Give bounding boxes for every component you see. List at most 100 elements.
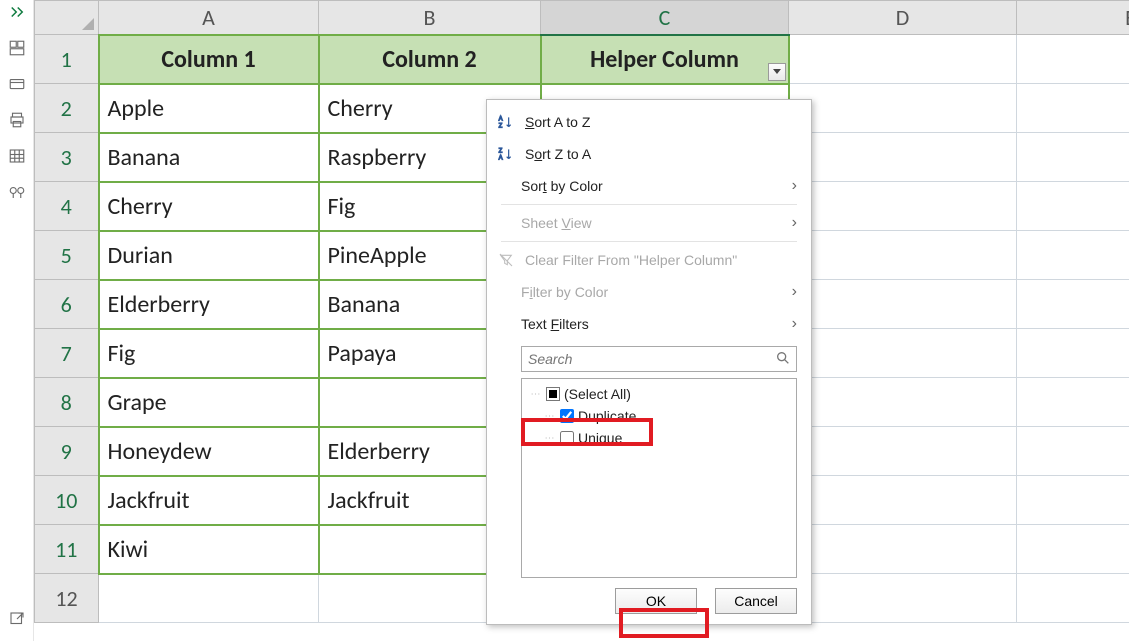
cell[interactable]	[1017, 574, 1129, 623]
col-header-E[interactable]: E	[1017, 1, 1129, 35]
menu-sort-az-label: Sort A to Z	[525, 114, 797, 130]
table-header-col2[interactable]: Column 2	[319, 35, 541, 84]
menu-sheet-view: Sheet View ›	[487, 207, 811, 239]
svg-text:A: A	[499, 155, 503, 161]
filter-values-list[interactable]: ⋯ (Select All) ⋯ Duplicate ⋯ Unique	[521, 378, 797, 578]
cell-A9[interactable]: Honeydew	[99, 427, 319, 476]
menu-text-filters-label: Text Filters	[521, 316, 782, 332]
filter-checkbox-unique[interactable]	[560, 431, 574, 445]
cell[interactable]	[789, 574, 1017, 623]
row-header-12[interactable]: 12	[35, 574, 99, 623]
row-header-11[interactable]: 11	[35, 525, 99, 574]
cell[interactable]	[99, 574, 319, 623]
chevron-right-icon: ›	[792, 177, 797, 195]
cell[interactable]	[1017, 378, 1129, 427]
cell[interactable]	[1017, 84, 1129, 133]
cell[interactable]	[789, 231, 1017, 280]
cell-A6[interactable]: Elderberry	[99, 280, 319, 329]
filter-item-select-all[interactable]: ⋯ (Select All)	[528, 383, 790, 405]
cell[interactable]	[789, 280, 1017, 329]
tree-leaf-icon: ⋯	[542, 411, 556, 422]
cell[interactable]	[789, 133, 1017, 182]
cell[interactable]	[1017, 280, 1129, 329]
table-header-helper[interactable]: Helper Column	[541, 35, 789, 84]
share-icon[interactable]	[7, 609, 27, 629]
cell[interactable]	[789, 427, 1017, 476]
cell-A11[interactable]: Kiwi	[99, 525, 319, 574]
expand-panel-icon[interactable]	[7, 2, 27, 22]
svg-text:Z: Z	[499, 149, 503, 155]
filter-checkbox-duplicate[interactable]	[560, 409, 574, 423]
menu-sort-za[interactable]: ZA Sort Z to A	[487, 138, 811, 170]
menu-filter-by-color-label: Filter by Color	[521, 284, 782, 300]
cell-A10[interactable]: Jackfruit	[99, 476, 319, 525]
cell[interactable]	[789, 476, 1017, 525]
cell[interactable]	[1017, 427, 1129, 476]
col-header-B[interactable]: B	[319, 1, 541, 35]
filter-item-duplicate[interactable]: ⋯ Duplicate	[528, 405, 790, 427]
filter-item-select-all-label: (Select All)	[564, 386, 631, 402]
row-header-3[interactable]: 3	[35, 133, 99, 182]
filter-item-duplicate-label: Duplicate	[578, 408, 636, 424]
row-header-8[interactable]: 8	[35, 378, 99, 427]
menu-clear-filter: Clear Filter From "Helper Column"	[487, 244, 811, 276]
cell-A8[interactable]: Grape	[99, 378, 319, 427]
header-helper-label: Helper Column	[590, 45, 739, 74]
svg-text:A: A	[499, 117, 503, 123]
dashboard-icon[interactable]	[7, 38, 27, 58]
filter-item-unique-label: Unique	[578, 430, 622, 446]
ok-button[interactable]: OK	[615, 588, 697, 614]
cell[interactable]	[1017, 525, 1129, 574]
filter-search-input[interactable]	[521, 346, 797, 372]
cell-A4[interactable]: Cherry	[99, 182, 319, 231]
row-header-1[interactable]: 1	[35, 35, 99, 84]
col-header-A[interactable]: A	[99, 1, 319, 35]
cell[interactable]	[1017, 231, 1129, 280]
cell[interactable]	[1017, 476, 1129, 525]
sort-za-icon: ZA	[497, 146, 515, 162]
menu-sort-by-color[interactable]: Sort by Color ›	[487, 170, 811, 202]
card-icon[interactable]	[7, 74, 27, 94]
menu-sort-by-color-label: Sort by Color	[521, 178, 782, 194]
cell[interactable]	[1017, 329, 1129, 378]
select-all-corner[interactable]	[35, 1, 99, 35]
table-icon[interactable]	[7, 146, 27, 166]
cell[interactable]	[789, 84, 1017, 133]
cell[interactable]	[1017, 133, 1129, 182]
cell[interactable]	[789, 378, 1017, 427]
filter-dropdown-button[interactable]	[768, 63, 786, 81]
row-header-9[interactable]: 9	[35, 427, 99, 476]
row-header-5[interactable]: 5	[35, 231, 99, 280]
row-header-10[interactable]: 10	[35, 476, 99, 525]
row-header-2[interactable]: 2	[35, 84, 99, 133]
find-icon[interactable]	[7, 182, 27, 202]
cell-A5[interactable]: Durian	[99, 231, 319, 280]
cell[interactable]	[1017, 35, 1129, 84]
menu-sheet-view-label: Sheet View	[521, 215, 782, 231]
chevron-right-icon: ›	[792, 283, 797, 301]
cell[interactable]	[1017, 182, 1129, 231]
cell-A7[interactable]: Fig	[99, 329, 319, 378]
cancel-button[interactable]: Cancel	[715, 588, 797, 614]
menu-clear-filter-label: Clear Filter From "Helper Column"	[525, 252, 797, 268]
cell-A2[interactable]: Apple	[99, 84, 319, 133]
chevron-right-icon: ›	[792, 214, 797, 232]
cell[interactable]	[789, 525, 1017, 574]
cell[interactable]	[789, 329, 1017, 378]
sort-az-icon: AZ	[497, 114, 515, 130]
cell[interactable]	[789, 35, 1017, 84]
row-header-6[interactable]: 6	[35, 280, 99, 329]
printer-icon[interactable]	[7, 110, 27, 130]
menu-sort-az[interactable]: AZ Sort A to Z	[487, 106, 811, 138]
row-header-4[interactable]: 4	[35, 182, 99, 231]
side-panel-strip	[0, 0, 34, 641]
filter-item-unique[interactable]: ⋯ Unique	[528, 427, 790, 449]
col-header-D[interactable]: D	[789, 1, 1017, 35]
table-header-col1[interactable]: Column 1	[99, 35, 319, 84]
menu-text-filters[interactable]: Text Filters ›	[487, 308, 811, 340]
cell-A3[interactable]: Banana	[99, 133, 319, 182]
col-header-C[interactable]: C	[541, 1, 789, 35]
row-header-7[interactable]: 7	[35, 329, 99, 378]
cell[interactable]	[789, 182, 1017, 231]
clear-filter-icon	[497, 252, 515, 268]
